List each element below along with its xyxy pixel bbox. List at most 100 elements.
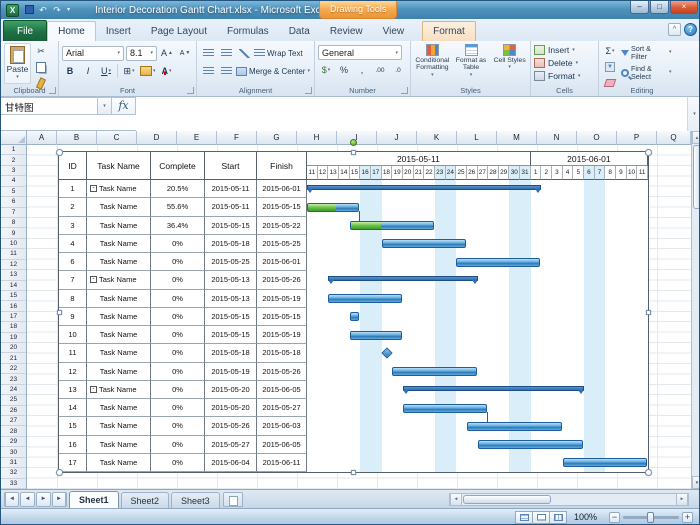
row-header-22[interactable]: 22: [1, 364, 26, 374]
collapse-box-icon[interactable]: -: [90, 185, 97, 192]
expand-formula-bar-button[interactable]: ▾: [687, 97, 700, 131]
row-header-21[interactable]: 21: [1, 353, 26, 363]
gantt-summary-bar[interactable]: [328, 276, 477, 281]
help-button[interactable]: ?: [684, 23, 697, 36]
clipboard-dialog-launcher[interactable]: [49, 87, 56, 94]
column-header-C[interactable]: C: [97, 131, 137, 145]
vertical-scrollbar[interactable]: ▲ ▼: [691, 131, 700, 489]
copy-button[interactable]: [33, 59, 49, 75]
column-header-B[interactable]: B: [57, 131, 97, 145]
next-sheet-button[interactable]: ►: [36, 492, 51, 507]
column-header-O[interactable]: O: [577, 131, 617, 145]
gantt-task-bar[interactable]: [350, 221, 434, 230]
ribbon-tab-formulas[interactable]: Formulas: [217, 22, 279, 41]
gantt-task-bar[interactable]: [403, 404, 487, 413]
selection-handle-e[interactable]: [646, 310, 651, 315]
row-header-15[interactable]: 15: [1, 291, 26, 301]
zoom-slider-track[interactable]: [623, 516, 679, 519]
formula-input[interactable]: [136, 97, 687, 131]
scroll-right-button[interactable]: ►: [676, 494, 688, 505]
redo-button[interactable]: ↷: [50, 3, 64, 17]
column-header-A[interactable]: A: [27, 131, 57, 145]
save-button[interactable]: [22, 3, 36, 17]
gantt-milestone[interactable]: [381, 348, 392, 359]
align-middle-button[interactable]: [218, 45, 234, 61]
row-header-17[interactable]: 17: [1, 312, 26, 322]
zoom-out-button[interactable]: −: [609, 512, 620, 523]
first-sheet-button[interactable]: ◄: [4, 492, 19, 507]
increase-decimal-button[interactable]: .00: [372, 62, 388, 78]
format-as-table-button[interactable]: Format as Table▾: [453, 43, 490, 86]
zoom-slider-thumb[interactable]: [647, 512, 654, 523]
row-header-5[interactable]: 5: [1, 187, 26, 197]
decrease-decimal-button[interactable]: .0: [390, 62, 406, 78]
selection-handle-w[interactable]: [57, 310, 62, 315]
row-header-9[interactable]: 9: [1, 228, 26, 238]
page-layout-view-button[interactable]: [532, 511, 550, 524]
file-tab[interactable]: File: [3, 20, 47, 41]
selection-handle-se[interactable]: [645, 469, 652, 476]
row-header-3[interactable]: 3: [1, 166, 26, 176]
paste-button[interactable]: Paste ▾: [4, 43, 31, 84]
accounting-format-button[interactable]: $▾: [318, 62, 334, 78]
select-all-button[interactable]: [1, 131, 27, 145]
selection-handle-s[interactable]: [351, 470, 356, 475]
row-header-25[interactable]: 25: [1, 395, 26, 405]
ribbon-tab-home[interactable]: Home: [47, 21, 96, 41]
bold-button[interactable]: B: [62, 63, 78, 79]
last-sheet-button[interactable]: ►: [52, 492, 67, 507]
gantt-task-bar[interactable]: [563, 458, 647, 467]
column-header-P[interactable]: P: [617, 131, 657, 145]
ribbon-tab-format[interactable]: Format: [422, 21, 476, 41]
qat-customize-button[interactable]: ▾: [64, 3, 73, 17]
font-color-button[interactable]: A▾: [159, 63, 175, 79]
row-header-11[interactable]: 11: [1, 249, 26, 259]
sort-filter-button[interactable]: Sort & Filter▾: [621, 43, 672, 63]
align-top-button[interactable]: [200, 45, 216, 61]
merge-center-button[interactable]: Merge & Center▾: [236, 67, 310, 76]
column-header-L[interactable]: L: [457, 131, 497, 145]
number-dialog-launcher[interactable]: [401, 87, 408, 94]
row-header-18[interactable]: 18: [1, 322, 26, 332]
column-header-H[interactable]: H: [297, 131, 337, 145]
gantt-chart-object[interactable]: IDTask NameCompleteStartFinish2015-05-11…: [58, 151, 649, 473]
column-header-N[interactable]: N: [537, 131, 577, 145]
selection-handle-ne[interactable]: [645, 149, 652, 156]
scroll-up-button[interactable]: ▲: [692, 131, 700, 144]
row-header-14[interactable]: 14: [1, 281, 26, 291]
font-family-combo[interactable]: Arial▾: [62, 46, 124, 61]
insert-cells-button[interactable]: Insert▾: [534, 43, 596, 56]
row-header-8[interactable]: 8: [1, 218, 26, 228]
alignment-dialog-launcher[interactable]: [305, 87, 312, 94]
gantt-task-bar[interactable]: [307, 203, 359, 212]
column-header-D[interactable]: D: [137, 131, 177, 145]
conditional-formatting-button[interactable]: Conditional Formatting▾: [414, 43, 451, 86]
row-header-10[interactable]: 10: [1, 239, 26, 249]
row-header-33[interactable]: 33: [1, 479, 26, 489]
format-cells-button[interactable]: Format▾: [534, 69, 596, 82]
row-header-32[interactable]: 32: [1, 468, 26, 478]
rotation-handle[interactable]: [350, 139, 357, 146]
undo-button[interactable]: ↶: [36, 3, 50, 17]
selection-handle-nw[interactable]: [56, 149, 63, 156]
gantt-task-bar[interactable]: [350, 331, 402, 340]
row-header-12[interactable]: 12: [1, 260, 26, 270]
column-header-K[interactable]: K: [417, 131, 457, 145]
page-break-view-button[interactable]: [549, 511, 567, 524]
name-box-dropdown[interactable]: ▾: [98, 97, 112, 115]
zoom-level[interactable]: 100%: [574, 512, 597, 522]
ribbon-tab-view[interactable]: View: [373, 22, 415, 41]
cell-styles-button[interactable]: Cell Styles▾: [491, 43, 528, 86]
gantt-task-bar[interactable]: [456, 258, 540, 267]
gantt-task-bar[interactable]: [382, 239, 466, 248]
find-select-button[interactable]: Find & Select▾: [621, 63, 672, 83]
gantt-task-bar[interactable]: [478, 440, 584, 449]
row-header-4[interactable]: 4: [1, 176, 26, 186]
column-header-E[interactable]: E: [177, 131, 217, 145]
name-box[interactable]: 甘特图: [1, 97, 98, 115]
sheet-grid[interactable]: IDTask NameCompleteStartFinish2015-05-11…: [1, 145, 691, 489]
column-header-G[interactable]: G: [257, 131, 297, 145]
zoom-in-button[interactable]: +: [682, 512, 693, 523]
comma-style-button[interactable]: ,: [354, 62, 370, 78]
font-dialog-launcher[interactable]: [187, 87, 194, 94]
